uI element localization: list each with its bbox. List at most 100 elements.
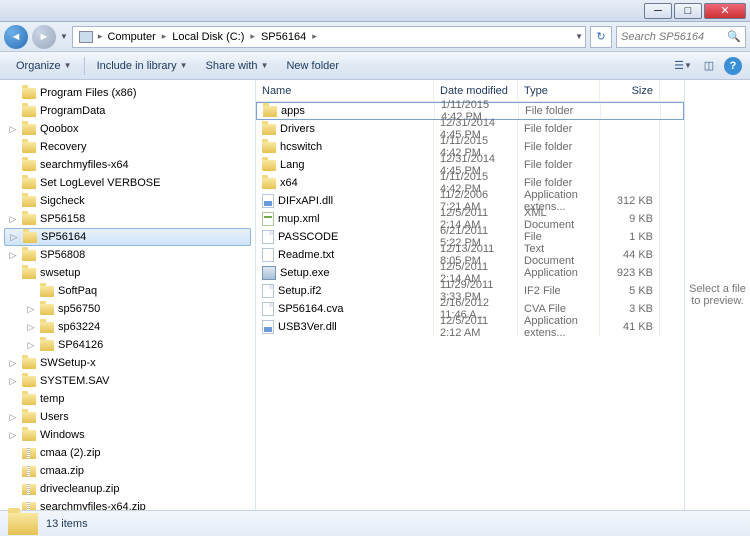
file-name: SP56164.cva (278, 303, 343, 315)
tree-item[interactable]: drivecleanup.zip (0, 480, 255, 498)
address-bar[interactable]: ▸Computer ▸ Local Disk (C:) ▸ SP56164 ▸ … (72, 26, 586, 48)
tree-item[interactable]: ▷ Qoobox (0, 120, 255, 138)
expander-icon[interactable]: ▷ (26, 304, 36, 315)
file-name: PASSCODE (278, 231, 338, 243)
tree-item[interactable]: SoftPaq (0, 282, 255, 300)
tree-item[interactable]: ▷ Users (0, 408, 255, 426)
folder-icon (40, 322, 54, 333)
tree-item[interactable]: Sigcheck (0, 192, 255, 210)
tree-item[interactable]: ▷ SWSetup-x (0, 354, 255, 372)
tree-item-label: SP56164 (41, 231, 86, 243)
file-size: 9 KB (600, 210, 660, 228)
tree-item-label: SWSetup-x (40, 357, 96, 369)
tree-item-label: ProgramData (40, 105, 105, 117)
tree-item-label: SYSTEM.SAV (40, 375, 109, 387)
tree-item-label: cmaa.zip (40, 465, 84, 477)
tree-item[interactable]: ▷ sp56750 (0, 300, 255, 318)
search-input[interactable]: Search SP56164 🔍 (616, 26, 746, 48)
file-type: Application (518, 264, 600, 282)
back-button[interactable]: ◄ (4, 25, 28, 49)
file-name: Readme.txt (278, 249, 334, 261)
tree-item[interactable]: Program Files (x86) (0, 84, 255, 102)
file-rows[interactable]: apps1/11/2015 4:42 PMFile folderDrivers1… (256, 102, 684, 510)
tree-item[interactable]: temp (0, 390, 255, 408)
tree-item[interactable]: ▷ SYSTEM.SAV (0, 372, 255, 390)
dll-icon (262, 320, 274, 334)
organize-button[interactable]: Organize ▼ (8, 57, 80, 75)
share-with-button[interactable]: Share with ▼ (198, 57, 277, 75)
tree-item[interactable]: ▷ SP56158 (0, 210, 255, 228)
file-size: 44 KB (600, 246, 660, 264)
column-name[interactable]: Name (256, 80, 434, 101)
file-icon (262, 230, 274, 244)
tree-item[interactable]: cmaa (2).zip (0, 444, 255, 462)
tree-item[interactable]: cmaa.zip (0, 462, 255, 480)
file-size: 1 KB (600, 228, 660, 246)
tree-item-label: sp56750 (58, 303, 100, 315)
file-type: IF2 File (518, 282, 600, 300)
file-name: USB3Ver.dll (278, 321, 337, 333)
file-icon (262, 302, 274, 316)
file-row[interactable]: USB3Ver.dll 12/5/2011 2:12 AMApplication … (256, 318, 684, 336)
expander-icon[interactable]: ▷ (26, 340, 36, 351)
file-type: File folder (518, 138, 600, 156)
close-button[interactable]: ✕ (704, 3, 746, 19)
tree-item[interactable]: Set LogLevel VERBOSE (0, 174, 255, 192)
dll-icon (262, 194, 274, 208)
file-type: Application extens... (518, 318, 600, 336)
help-button[interactable]: ? (724, 57, 742, 75)
maximize-button[interactable]: □ (674, 3, 702, 19)
file-type: Text Document (518, 246, 600, 264)
column-size[interactable]: Size (600, 80, 660, 101)
expander-icon[interactable]: ▷ (8, 124, 18, 135)
exe-icon (262, 266, 276, 280)
tree-item[interactable]: ▷ Windows (0, 426, 255, 444)
tree-item-label: Windows (40, 429, 85, 441)
expander-icon[interactable]: ▷ (8, 358, 18, 369)
expander-icon[interactable]: ▷ (26, 322, 36, 333)
tree-item[interactable]: ProgramData (0, 102, 255, 120)
folder-icon (22, 196, 36, 207)
file-date: 12/5/2011 2:12 AM (434, 318, 518, 336)
computer-icon (79, 31, 93, 43)
preview-pane-button[interactable]: ◫ (698, 56, 720, 76)
tree-item-label: sp63224 (58, 321, 100, 333)
breadcrumb-computer[interactable]: ▸Computer (75, 27, 160, 47)
file-name: Lang (280, 159, 304, 171)
folder-icon (40, 340, 54, 351)
include-in-library-button[interactable]: Include in library ▼ (89, 57, 196, 75)
breadcrumb-drive[interactable]: Local Disk (C:) (168, 27, 248, 47)
tree-item-label: Users (40, 411, 69, 423)
tree-item[interactable]: swsetup (0, 264, 255, 282)
expander-icon[interactable]: ▷ (8, 376, 18, 387)
history-dropdown-icon[interactable]: ▼ (60, 32, 68, 41)
new-folder-button[interactable]: New folder (278, 57, 347, 75)
forward-button[interactable]: ► (32, 25, 56, 49)
expander-icon[interactable]: ▷ (8, 214, 18, 225)
tree-item[interactable]: ▷ SP56164 (4, 228, 251, 246)
navigation-tree[interactable]: Program Files (x86) ProgramData ▷ Qoobox Rec… (0, 80, 256, 510)
tree-item[interactable]: ▷SP64126 (0, 336, 255, 354)
expander-icon[interactable]: ▷ (8, 250, 18, 261)
column-date[interactable]: Date modified (434, 80, 518, 101)
tree-item[interactable]: searchmyfiles-x64.zip (0, 498, 255, 510)
file-icon (262, 284, 274, 298)
folder-icon (22, 250, 36, 261)
view-options-button[interactable]: ☰ ▼ (672, 56, 694, 76)
tree-item[interactable]: Recovery (0, 138, 255, 156)
tree-item[interactable]: ▷ sp63224 (0, 318, 255, 336)
folder-icon (22, 412, 36, 423)
column-type[interactable]: Type (518, 80, 600, 101)
tree-item-label: Qoobox (40, 123, 79, 135)
refresh-button[interactable]: ↻ (590, 26, 612, 48)
tree-item[interactable]: searchmyfiles-x64 (0, 156, 255, 174)
breadcrumb-folder[interactable]: SP56164 (257, 27, 310, 47)
address-dropdown-icon[interactable]: ▼ (575, 32, 583, 41)
expander-icon[interactable]: ▷ (8, 430, 18, 441)
tree-item-label: SP56158 (40, 213, 85, 225)
minimize-button[interactable]: ─ (644, 3, 672, 19)
tree-item[interactable]: ▷SP56808 (0, 246, 255, 264)
expander-icon[interactable]: ▷ (8, 412, 18, 423)
expander-icon[interactable]: ▷ (9, 232, 19, 243)
file-size: 41 KB (600, 318, 660, 336)
